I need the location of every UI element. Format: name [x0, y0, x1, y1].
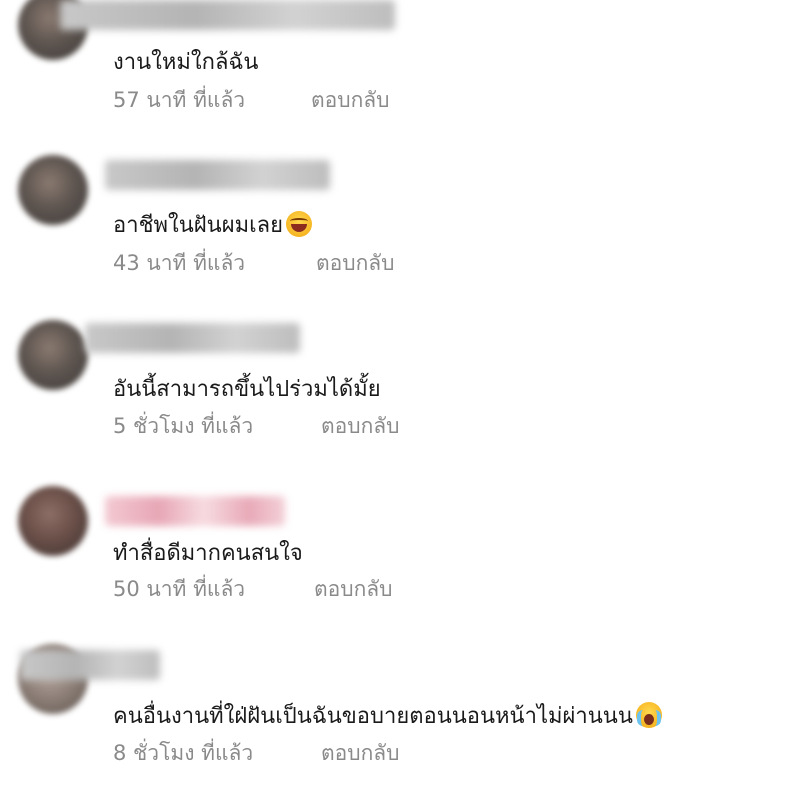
username-blurred[interactable]: [105, 160, 330, 190]
avatar[interactable]: [18, 320, 88, 390]
comment-time: 50 นาที ที่แล้ว: [113, 577, 246, 601]
comment-time: 43 นาที ที่แล้ว: [113, 251, 246, 275]
comment-time: 8 ชั่วโมง ที่แล้ว: [113, 741, 254, 765]
comment-item: งานใหม่ใกล้ฉัน 57 นาที ที่แล้ว ตอบกลับ: [0, 0, 795, 160]
comment-text: อาชีพในฝันผมเลย: [113, 207, 312, 242]
comment-time: 57 นาที ที่แล้ว: [113, 88, 246, 112]
laughing-face-icon: [286, 211, 312, 237]
reply-button[interactable]: ตอบกลับ: [321, 410, 400, 443]
avatar[interactable]: [18, 486, 88, 556]
reply-button[interactable]: ตอบกลับ: [321, 737, 400, 770]
reply-button[interactable]: ตอบกลับ: [314, 573, 393, 606]
comment-text: คนอื่นงานที่ใฝ่ฝันเป็นฉันขอบายตอนนอนหน้า…: [113, 698, 662, 733]
username-blurred[interactable]: [60, 0, 395, 30]
avatar[interactable]: [18, 155, 88, 225]
comment-item: อันนี้สามารถขึ้นไปร่วมได้มั้ย 5 ชั่วโมง …: [0, 315, 795, 475]
comment-text: ทำสื่อดีมากคนสนใจ: [113, 541, 303, 566]
username-blurred[interactable]: [85, 323, 300, 353]
comment-item: อาชีพในฝันผมเลย 43 นาที ที่แล้ว ตอบกลับ: [0, 150, 795, 310]
crying-face-icon: [635, 702, 662, 728]
username-blurred[interactable]: [105, 496, 285, 526]
comment-time: 5 ชั่วโมง ที่แล้ว: [113, 414, 254, 438]
comment-text: งานใหม่ใกล้ฉัน: [113, 50, 259, 75]
username-blurred[interactable]: [20, 650, 160, 680]
comment-item: คนอื่นงานที่ใฝ่ฝันเป็นฉันขอบายตอนนอนหน้า…: [0, 642, 795, 802]
comment-text: อันนี้สามารถขึ้นไปร่วมได้มั้ย: [113, 377, 381, 402]
reply-button[interactable]: ตอบกลับ: [316, 247, 395, 280]
comment-item: ทำสื่อดีมากคนสนใจ 50 นาที ที่แล้ว ตอบกลั…: [0, 478, 795, 638]
reply-button[interactable]: ตอบกลับ: [311, 84, 390, 117]
